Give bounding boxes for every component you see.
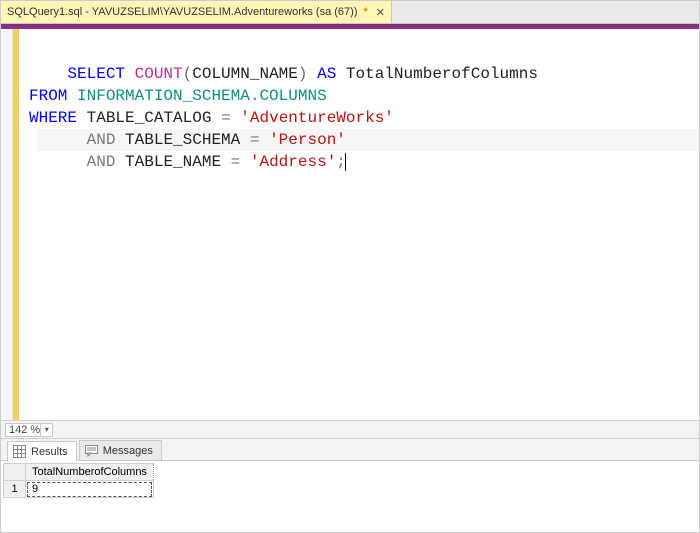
tab-results[interactable]: Results [7, 441, 77, 461]
code-area[interactable]: SELECT COUNT(COLUMN_NAME) AS TotalNumber… [19, 29, 699, 420]
document-tab-title: SQLQuery1.sql - YAVUZSELIM\YAVUZSELIM.Ad… [7, 6, 357, 18]
close-icon[interactable]: ✕ [374, 6, 385, 19]
tab-messages[interactable]: Messages [79, 440, 162, 460]
selection-margin [1, 29, 13, 420]
kw-from: FROM [29, 87, 67, 105]
alias-totalcolumns: TotalNumberofColumns [346, 65, 538, 83]
zoom-value: 142 % [9, 424, 40, 436]
kw-as: AS [317, 65, 336, 83]
kw-and-2: AND [87, 153, 116, 171]
sql-editor[interactable]: SELECT COUNT(COLUMN_NAME) AS TotalNumber… [1, 29, 699, 420]
tab-results-label: Results [31, 446, 68, 458]
op-eq-1: = [221, 109, 231, 127]
kw-where: WHERE [29, 109, 77, 127]
col-table-schema: TABLE_SCHEMA [125, 131, 240, 149]
chevron-down-icon: ▾ [40, 424, 52, 436]
results-panel: TotalNumberofColumns 1 9 [1, 460, 699, 532]
kw-select: SELECT [67, 65, 125, 83]
results-tab-bar: Results Messages [1, 438, 699, 460]
fn-count: COUNT [135, 65, 183, 83]
lit-adventureworks: 'AdventureWorks' [240, 109, 394, 127]
message-icon [85, 444, 98, 457]
op-eq-2: = [250, 131, 260, 149]
sch-information-schema: INFORMATION_SCHEMA [77, 87, 250, 105]
text-caret [345, 153, 346, 171]
dot: . [250, 87, 260, 105]
col-table-catalog: TABLE_CATALOG [87, 109, 212, 127]
document-tab[interactable]: SQLQuery1.sql - YAVUZSELIM\YAVUZSELIM.Ad… [1, 1, 392, 23]
rparen: ) [298, 65, 308, 83]
row-number-cell: 1 [4, 481, 26, 498]
results-grid[interactable]: TotalNumberofColumns 1 9 [3, 463, 154, 498]
row-number-header [4, 464, 26, 481]
unsaved-indicator: * [361, 6, 369, 18]
lit-person: 'Person' [269, 131, 346, 149]
op-eq-3: = [231, 153, 241, 171]
kw-and-1: AND [87, 131, 116, 149]
document-tab-bar: SQLQuery1.sql - YAVUZSELIM\YAVUZSELIM.Ad… [1, 1, 699, 24]
result-cell[interactable]: 9 [26, 481, 154, 498]
lit-address: 'Address' [250, 153, 336, 171]
lparen: ( [183, 65, 193, 83]
editor-status-bar: 142 % ▾ [1, 420, 699, 438]
column-header[interactable]: TotalNumberofColumns [26, 464, 154, 481]
col-table-name: TABLE_NAME [125, 153, 221, 171]
grid-icon [13, 445, 26, 458]
zoom-dropdown[interactable]: 142 % ▾ [5, 423, 53, 437]
results-header-row: TotalNumberofColumns [4, 464, 154, 481]
tbl-columns: COLUMNS [259, 87, 326, 105]
table-row[interactable]: 1 9 [4, 481, 154, 498]
tab-messages-label: Messages [103, 445, 153, 457]
col-column-name: COLUMN_NAME [192, 65, 298, 83]
